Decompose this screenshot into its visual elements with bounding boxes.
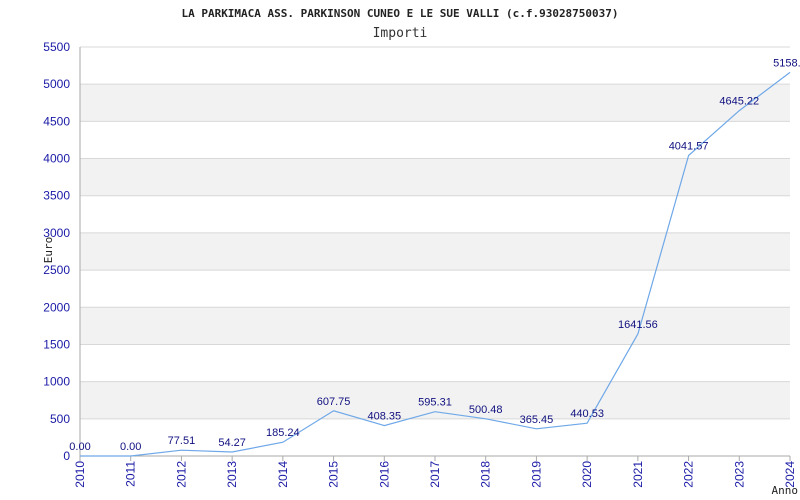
grid-band [80,158,790,196]
x-tick-label: 2017 [428,461,442,488]
x-tick-label: 2018 [479,461,493,488]
y-tick-label: 1500 [43,337,70,351]
y-tick-label: 2000 [43,300,70,314]
y-tick-label: 5000 [43,77,70,91]
y-tick-label: 4000 [43,152,70,166]
y-tick-label: 4500 [43,114,70,128]
y-axis-label: Euro [42,237,55,264]
chart-subtitle: Importi [373,26,428,41]
y-tick-label: 3500 [43,189,70,203]
data-label: 54.27 [218,437,246,449]
x-tick-label: 2013 [225,461,239,488]
grid-band [80,84,790,122]
x-tick-label: 2016 [377,461,391,488]
data-label: 607.75 [317,396,351,408]
grid-band [80,307,790,345]
y-tick-label: 1000 [43,375,70,389]
chart-title: LA PARKIMACA ASS. PARKINSON CUNEO E LE S… [181,7,618,20]
data-label: 440.53 [570,408,604,420]
x-tick-label: 2011 [124,461,138,487]
data-label: 4041.57 [669,140,709,152]
x-tick-label: 2022 [682,461,696,488]
data-label: 5158.0 [773,57,800,69]
x-axis-label: Anno [772,484,799,497]
y-tick-label: 5500 [43,40,70,54]
data-label: 408.35 [367,411,401,423]
data-label: 0.00 [120,441,141,453]
x-tick-label: 2010 [73,461,87,488]
x-tick-label: 2014 [276,461,290,488]
data-label: 185.24 [266,427,300,439]
background-bands [80,84,790,419]
data-label: 77.51 [168,435,196,447]
x-tick-label: 2021 [631,461,645,488]
data-label: 0.00 [69,441,90,453]
data-label: 1641.56 [618,319,658,331]
x-tick-label: 2023 [732,461,746,488]
x-tick-label: 2012 [174,461,188,488]
data-label: 500.48 [469,404,503,416]
chart-canvas: 0500100015002000250030003500400045005000… [42,7,800,497]
y-tick-label: 2500 [43,263,70,277]
data-label: 4645.22 [719,96,759,108]
x-tick-label: 2015 [327,461,341,488]
x-tick-labels: 2010 2011 2012 2013 2014 2015 2016 2017 2018 2019… [73,456,797,488]
data-label: 595.31 [418,397,452,409]
grid-band [80,232,790,271]
x-tick-label: 2020 [580,461,594,488]
x-tick-label: 2019 [529,461,543,488]
y-tick-label: 500 [50,412,70,426]
data-label: 365.45 [520,414,554,426]
